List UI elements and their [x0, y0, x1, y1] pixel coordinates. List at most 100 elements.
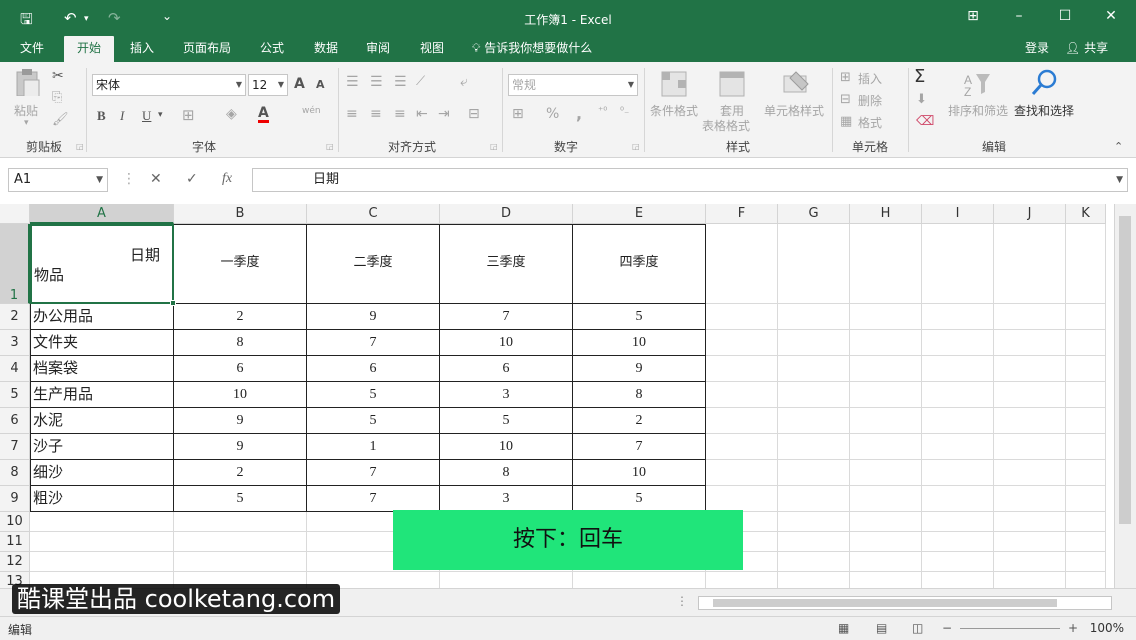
maximize-button[interactable]: ☐ — [1050, 8, 1080, 24]
italic-button[interactable]: I — [120, 108, 124, 124]
decrease-font-icon[interactable]: A — [316, 78, 325, 91]
cell-i5[interactable] — [922, 382, 994, 408]
conditional-format-button[interactable]: 条件格式 — [650, 102, 698, 119]
number-launcher-icon[interactable]: ◲ — [632, 142, 640, 151]
zoom-in-icon[interactable]: + — [1068, 621, 1078, 635]
cell-i10[interactable] — [922, 512, 994, 532]
row-header-3[interactable]: 3 — [0, 330, 30, 356]
fill-icon[interactable]: ⬇ — [916, 92, 927, 107]
align-right-icon[interactable]: ≡ — [394, 106, 406, 122]
page-break-view-icon[interactable]: ◫ — [912, 621, 923, 635]
bold-button[interactable]: B — [97, 108, 106, 124]
cell-k3[interactable] — [1066, 330, 1106, 356]
cell-e3[interactable]: 10 — [573, 330, 706, 356]
cell-c3[interactable]: 7 — [307, 330, 440, 356]
increase-indent-icon[interactable]: ⇥ — [438, 106, 450, 122]
paste-dropdown-icon[interactable]: ▾ — [24, 118, 29, 128]
row-header-1[interactable]: 1 — [0, 224, 30, 304]
cell-i12[interactable] — [922, 552, 994, 572]
cell-i6[interactable] — [922, 408, 994, 434]
cell-i8[interactable] — [922, 460, 994, 486]
cell-g3[interactable] — [778, 330, 850, 356]
cell-b1[interactable]: 一季度 — [174, 224, 307, 304]
scroll-thumb[interactable] — [1119, 216, 1131, 524]
cell-h5[interactable] — [850, 382, 922, 408]
cell-a3[interactable]: 文件夹 — [30, 330, 174, 356]
search-icon[interactable] — [1030, 68, 1058, 96]
row-header-7[interactable]: 7 — [0, 434, 30, 460]
format-table-icon[interactable] — [718, 70, 746, 98]
cell-f9[interactable] — [706, 486, 778, 512]
cell-i9[interactable] — [922, 486, 994, 512]
cell-j3[interactable] — [994, 330, 1066, 356]
cell-f6[interactable] — [706, 408, 778, 434]
row-header-5[interactable]: 5 — [0, 382, 30, 408]
cell-k4[interactable] — [1066, 356, 1106, 382]
format-painter-icon[interactable]: 🖌︎ — [52, 112, 69, 127]
cell-g2[interactable] — [778, 304, 850, 330]
cell-h2[interactable] — [850, 304, 922, 330]
cell-e13[interactable] — [573, 572, 706, 588]
alignment-launcher-icon[interactable]: ◲ — [490, 142, 498, 151]
borders-icon[interactable]: ⊞ — [182, 106, 195, 124]
formula-input[interactable]: 日期 ▼ — [252, 168, 1128, 192]
cell-f8[interactable] — [706, 460, 778, 486]
tab-page-layout[interactable]: 页面布局 — [174, 36, 240, 62]
column-header-c[interactable]: C — [307, 204, 440, 224]
cell-styles-icon[interactable] — [782, 70, 810, 98]
cell-c8[interactable]: 7 — [307, 460, 440, 486]
cell-i11[interactable] — [922, 532, 994, 552]
close-button[interactable]: ✕ — [1096, 8, 1126, 24]
paste-icon[interactable] — [14, 68, 42, 96]
zoom-out-icon[interactable]: − — [942, 621, 952, 635]
cell-h8[interactable] — [850, 460, 922, 486]
tab-data[interactable]: 数据 — [304, 36, 348, 62]
cell-j12[interactable] — [994, 552, 1066, 572]
column-header-j[interactable]: J — [994, 204, 1066, 224]
delete-cells-icon[interactable]: ⊟ — [840, 92, 851, 107]
cell-c5[interactable]: 5 — [307, 382, 440, 408]
cell-k5[interactable] — [1066, 382, 1106, 408]
cell-h11[interactable] — [850, 532, 922, 552]
font-size-combo[interactable]: 12 ▼ — [248, 74, 288, 96]
cell-i2[interactable] — [922, 304, 994, 330]
column-header-a[interactable]: A — [30, 204, 174, 224]
cell-b8[interactable]: 2 — [174, 460, 307, 486]
cell-c6[interactable]: 5 — [307, 408, 440, 434]
cell-g10[interactable] — [778, 512, 850, 532]
cell-e2[interactable]: 5 — [573, 304, 706, 330]
share-button[interactable]: 👤︎ 共享 — [1065, 36, 1108, 60]
cell-b11[interactable] — [174, 532, 307, 552]
cell-b4[interactable]: 6 — [174, 356, 307, 382]
cell-c4[interactable]: 6 — [307, 356, 440, 382]
phonetic-icon[interactable]: wén — [302, 106, 321, 116]
sort-filter-button[interactable]: 排序和筛选 — [948, 102, 1008, 119]
cut-icon[interactable]: ✂ — [52, 68, 64, 84]
enter-icon[interactable]: ✓ — [186, 171, 198, 187]
column-header-h[interactable]: H — [850, 204, 922, 224]
cell-e8[interactable]: 10 — [573, 460, 706, 486]
cell-a10[interactable] — [30, 512, 174, 532]
cell-g12[interactable] — [778, 552, 850, 572]
number-format-combo[interactable]: 常规 ▼ — [508, 74, 638, 96]
row-header-2[interactable]: 2 — [0, 304, 30, 330]
row-header-9[interactable]: 9 — [0, 486, 30, 512]
cell-b10[interactable] — [174, 512, 307, 532]
collapse-ribbon-icon[interactable]: ⌃ — [1114, 140, 1123, 153]
column-header-f[interactable]: F — [706, 204, 778, 224]
cell-f2[interactable] — [706, 304, 778, 330]
cell-g11[interactable] — [778, 532, 850, 552]
cell-k12[interactable] — [1066, 552, 1106, 572]
minimize-button[interactable]: – — [1004, 8, 1034, 24]
sort-filter-icon[interactable]: A Z — [962, 70, 990, 98]
format-cells-button[interactable]: 格式 — [858, 114, 882, 131]
tab-home[interactable]: 开始 — [64, 36, 114, 62]
cell-h6[interactable] — [850, 408, 922, 434]
cancel-icon[interactable]: ✕ — [150, 171, 162, 187]
cell-h10[interactable] — [850, 512, 922, 532]
cell-e4[interactable]: 9 — [573, 356, 706, 382]
cell-j9[interactable] — [994, 486, 1066, 512]
row-header-10[interactable]: 10 — [0, 512, 30, 532]
cell-h1[interactable] — [850, 224, 922, 304]
cell-a12[interactable] — [30, 552, 174, 572]
